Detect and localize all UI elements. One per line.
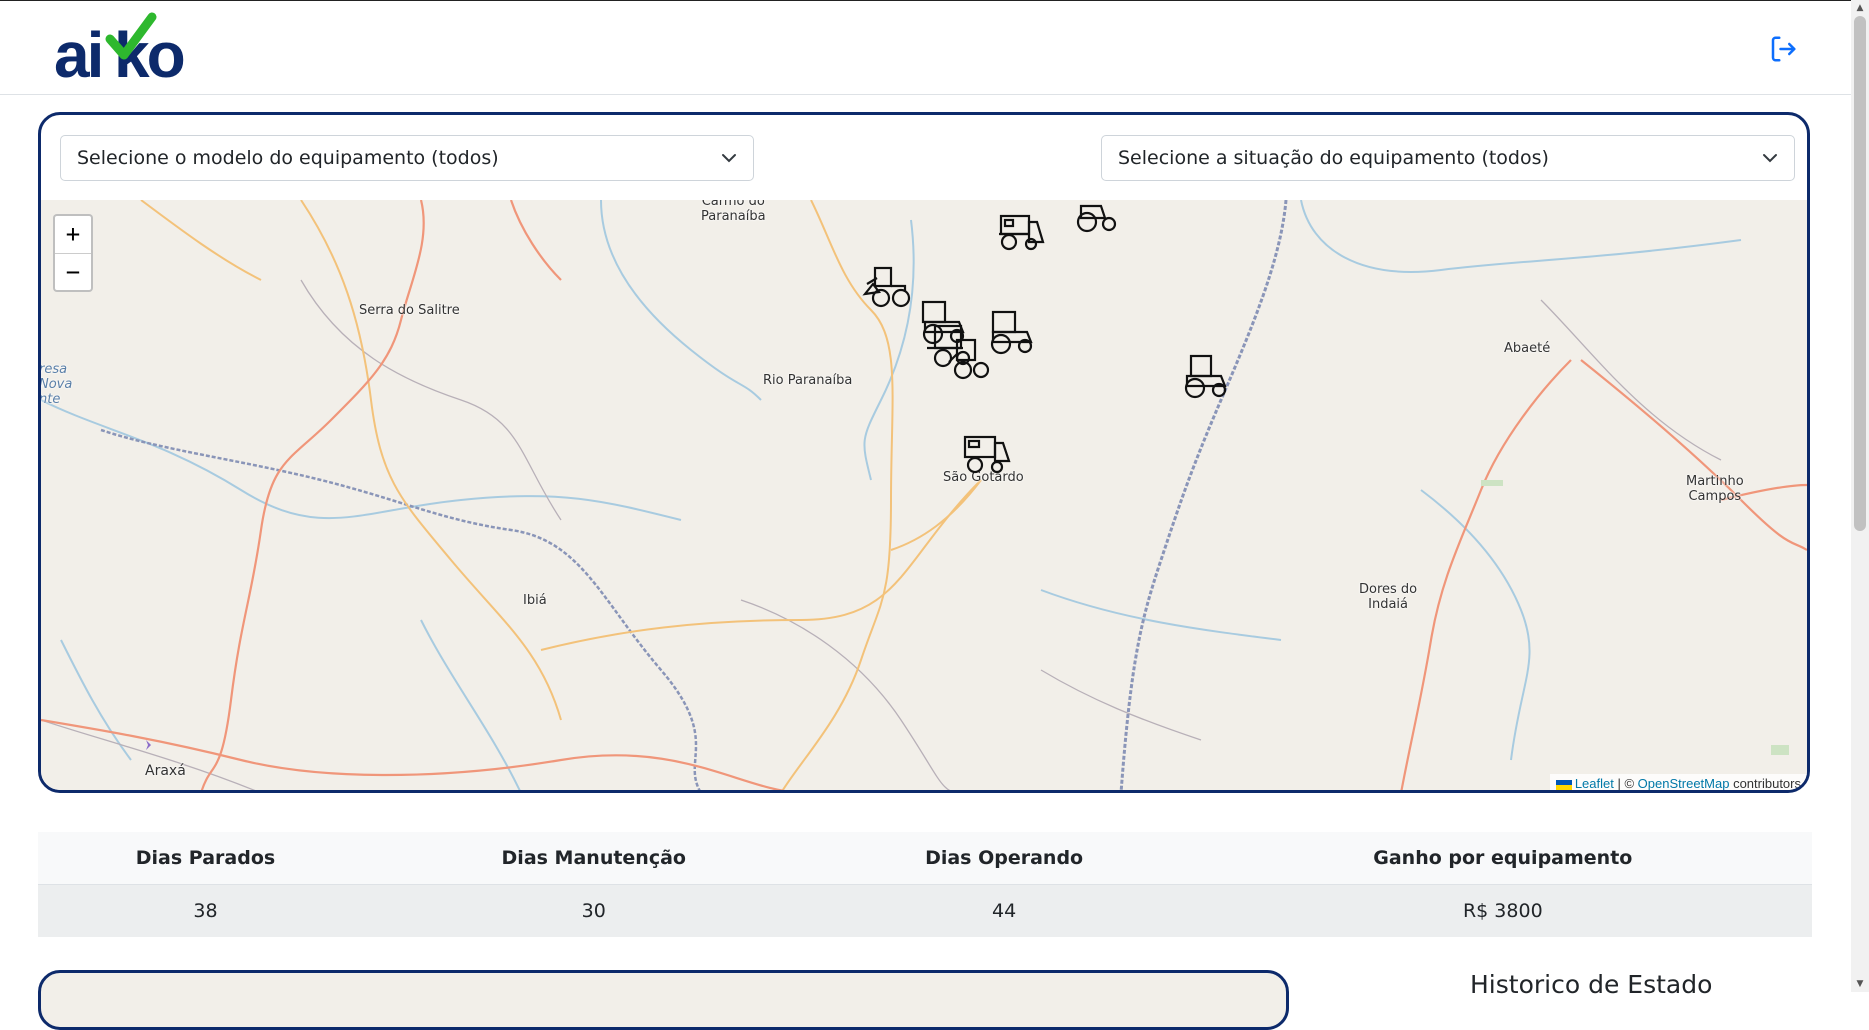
header-dias-operando: Dias Operando bbox=[814, 832, 1194, 885]
scroll-up-icon[interactable]: ▲ bbox=[1855, 3, 1865, 13]
place-label: Dores do Indaiá bbox=[1359, 582, 1418, 612]
zoom-out-button[interactable]: − bbox=[55, 254, 91, 291]
secondary-map-card bbox=[38, 970, 1289, 1030]
status-select-value: Selecione a situação do equipamento (tod… bbox=[1118, 147, 1549, 169]
history-title: Historico de Estado bbox=[1470, 970, 1713, 999]
value-ganho: R$ 3800 bbox=[1193, 884, 1812, 937]
map-card: Selecione o modelo do equipamento (todos… bbox=[38, 112, 1810, 793]
model-select[interactable]: Selecione o modelo do equipamento (todos… bbox=[60, 135, 754, 181]
loader-icon[interactable] bbox=[941, 332, 993, 384]
svg-text:ai: ai bbox=[54, 19, 101, 85]
place-label: resa Nova nte bbox=[41, 362, 73, 407]
value-dias-manutencao: 30 bbox=[372, 884, 815, 937]
scrollbar-thumb[interactable] bbox=[1854, 16, 1866, 531]
stats-header-row: Dias Parados Dias Manutenção Dias Operan… bbox=[38, 832, 1812, 885]
zoom-in-button[interactable]: + bbox=[55, 216, 91, 254]
place-label: Araxá bbox=[145, 763, 186, 779]
status-select[interactable]: Selecione a situação do equipamento (tod… bbox=[1101, 135, 1795, 181]
zoom-control: + − bbox=[53, 214, 93, 292]
map-tiles bbox=[41, 200, 1807, 790]
loader-icon[interactable] bbox=[861, 260, 913, 312]
attribution-suffix: contributors bbox=[1729, 776, 1801, 791]
place-label: Rio Paranaíba bbox=[763, 373, 853, 388]
stats-table: Dias Parados Dias Manutenção Dias Operan… bbox=[38, 832, 1812, 937]
tractor-icon[interactable] bbox=[1179, 350, 1231, 402]
model-select-value: Selecione o modelo do equipamento (todos… bbox=[77, 147, 499, 169]
place-label: Carmo do Paranaíba bbox=[701, 200, 766, 224]
value-dias-parados: 38 bbox=[38, 884, 373, 937]
scroll-down-icon[interactable]: ▼ bbox=[1855, 979, 1865, 989]
navbar: ai ko bbox=[0, 1, 1851, 95]
ukraine-flag-icon bbox=[1555, 779, 1572, 790]
place-label: Serra do Salitre bbox=[359, 303, 460, 318]
map-attribution: Leaflet | © OpenStreetMap contributors bbox=[1549, 774, 1807, 791]
attribution-separator: | © bbox=[1613, 776, 1638, 791]
header-dias-parados: Dias Parados bbox=[38, 832, 373, 885]
place-label: Ibiá bbox=[523, 593, 547, 608]
leaflet-link[interactable]: Leaflet bbox=[1575, 776, 1614, 790]
header-dias-manutencao: Dias Manutenção bbox=[372, 832, 815, 885]
aiko-logo[interactable]: ai ko bbox=[52, 11, 197, 85]
osm-link[interactable]: OpenStreetMap bbox=[1638, 776, 1730, 790]
logout-icon[interactable] bbox=[1768, 34, 1798, 64]
harvester-icon[interactable] bbox=[995, 208, 1047, 260]
equipment-map[interactable]: + − Carmo do Paranaíba Serra do Salitre … bbox=[41, 200, 1807, 791]
chevron-down-icon bbox=[722, 154, 736, 163]
scrollbar[interactable]: ▲ ▼ bbox=[1851, 0, 1869, 992]
header-ganho: Ganho por equipamento bbox=[1193, 832, 1812, 885]
place-label: Abaeté bbox=[1504, 341, 1551, 356]
tractor-icon[interactable] bbox=[1071, 200, 1123, 238]
chevron-down-icon bbox=[1763, 154, 1777, 163]
table-row: 38 30 44 R$ 3800 bbox=[38, 884, 1812, 937]
place-label: Martinho Campos bbox=[1686, 474, 1744, 504]
value-dias-operando: 44 bbox=[814, 884, 1194, 937]
harvester-icon[interactable] bbox=[961, 431, 1013, 483]
